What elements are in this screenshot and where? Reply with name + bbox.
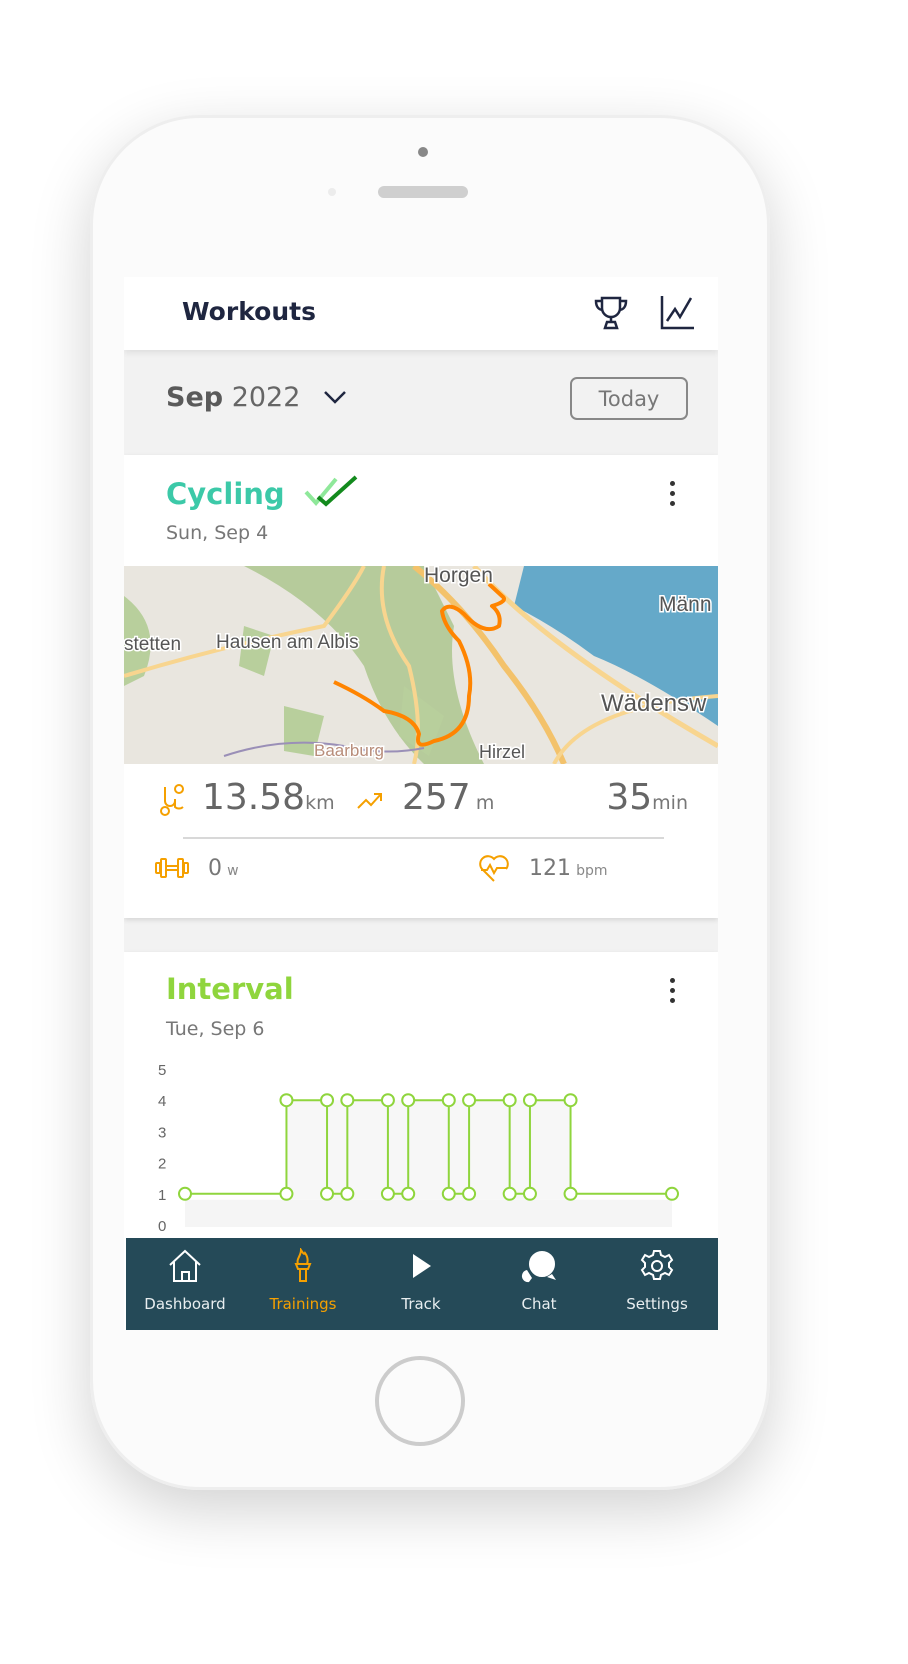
chart-point (522, 1186, 537, 1201)
stats-divider (183, 837, 664, 839)
chart-point (563, 1186, 578, 1201)
y-tick-label: 2 (158, 1156, 166, 1173)
double-check-icon (304, 475, 358, 507)
camera (418, 147, 428, 157)
chart-point (401, 1186, 416, 1201)
elevation-unit: m (475, 792, 495, 814)
trophy-icon[interactable] (592, 294, 630, 332)
chart-point (441, 1186, 456, 1201)
gear-icon (640, 1250, 674, 1280)
torch-icon (294, 1248, 312, 1282)
nav-dashboard[interactable]: Dashboard (126, 1238, 244, 1330)
chart-point (279, 1186, 294, 1201)
elevation-value: 257 (402, 777, 471, 818)
distance-unit: km (305, 792, 335, 814)
map-label-stetten: stetten (124, 634, 181, 655)
nav-label: Track (401, 1295, 441, 1313)
chart-point (340, 1093, 355, 1108)
y-tick-label: 5 (158, 1062, 166, 1079)
heart-rate-value: 121 (529, 856, 571, 881)
chart-interval-area (286, 1100, 571, 1200)
y-tick-label: 4 (158, 1093, 166, 1110)
sensor (328, 188, 336, 196)
nav-trainings[interactable]: Trainings (244, 1238, 362, 1330)
heart-rate-stat: 121 bpm (529, 856, 608, 881)
power-stat: 0 w (208, 856, 239, 881)
power-value: 0 (208, 856, 222, 881)
dumbbell-icon (155, 858, 189, 878)
chart-point (462, 1093, 477, 1108)
chart-point (320, 1093, 335, 1108)
y-tick-label: 3 (158, 1124, 166, 1141)
power-unit: w (227, 863, 239, 879)
bottom-nav: Dashboard Trainings Track Chat Settings (126, 1238, 718, 1330)
heart-rate-unit: bpm (576, 863, 608, 879)
elevation-stat: 257 m (402, 777, 494, 818)
chart-point (563, 1093, 578, 1108)
chart-point (380, 1093, 395, 1108)
chart-point (340, 1186, 355, 1201)
today-button[interactable]: Today (570, 377, 688, 420)
nav-label: Trainings (269, 1295, 337, 1313)
nav-chat[interactable]: Chat (480, 1238, 598, 1330)
chart-point (441, 1093, 456, 1108)
chart-line-icon[interactable] (659, 294, 695, 330)
month-selector[interactable]: Sep 2022 (166, 382, 300, 413)
chart-point (178, 1186, 192, 1201)
route-map[interactable]: Horgen Männ stetten Hausen am Albis Wäde… (124, 566, 718, 764)
chat-icon (521, 1249, 557, 1283)
year-label: 2022 (231, 382, 301, 413)
more-options-icon[interactable] (670, 481, 676, 511)
nav-label: Dashboard (144, 1295, 226, 1313)
chart-point (380, 1186, 395, 1201)
nav-track[interactable]: Track (362, 1238, 480, 1330)
app-screen: Workouts Sep 2022 Today Cycling Sun, Sep… (124, 277, 718, 1330)
chart-point (665, 1186, 679, 1201)
chart-point (279, 1093, 294, 1108)
map-label-wadensw: Wädensw (601, 690, 707, 717)
chevron-down-icon[interactable] (322, 387, 348, 407)
y-tick-label: 1 (158, 1187, 166, 1204)
nav-label: Chat (521, 1295, 557, 1313)
app-header: Workouts (124, 277, 718, 350)
chart-baseline-area (185, 1199, 672, 1227)
map-label-baarburg: Baarburg (314, 741, 384, 760)
chart-point (401, 1093, 416, 1108)
map-label-hausen: Hausen am Albis (216, 632, 359, 653)
distance-value: 13.58 (202, 777, 306, 818)
nav-settings[interactable]: Settings (598, 1238, 716, 1330)
duration-stat: 35min (606, 777, 688, 818)
heart-rate-icon (479, 855, 509, 882)
chart-point (502, 1093, 517, 1108)
duration-value: 35 (606, 777, 653, 818)
map-label-mann: Männ (659, 593, 712, 616)
chart-point (320, 1186, 335, 1201)
trending-up-icon (357, 793, 382, 809)
workout-date: Sun, Sep 4 (166, 522, 269, 544)
page-title: Workouts (182, 297, 316, 326)
distance-stat: 13.58km (202, 777, 335, 818)
month-label: Sep (166, 382, 224, 413)
workout-card-cycling[interactable]: Cycling Sun, Sep 4 Horgen Männ stetten H… (124, 455, 718, 918)
map-label-hirzel: Hirzel (479, 742, 525, 762)
home-icon (169, 1249, 201, 1282)
duration-unit: min (652, 792, 688, 814)
nav-label: Settings (626, 1295, 688, 1313)
chart-point (462, 1186, 477, 1201)
workout-title: Cycling (166, 477, 285, 511)
map-label-horgen: Horgen (424, 566, 493, 587)
play-icon (413, 1254, 431, 1278)
route-icon (160, 784, 184, 816)
chart-point (522, 1093, 537, 1108)
speaker (378, 186, 468, 198)
home-button[interactable] (375, 1356, 465, 1446)
y-tick-label: 0 (158, 1218, 166, 1235)
chart-point (502, 1186, 517, 1201)
